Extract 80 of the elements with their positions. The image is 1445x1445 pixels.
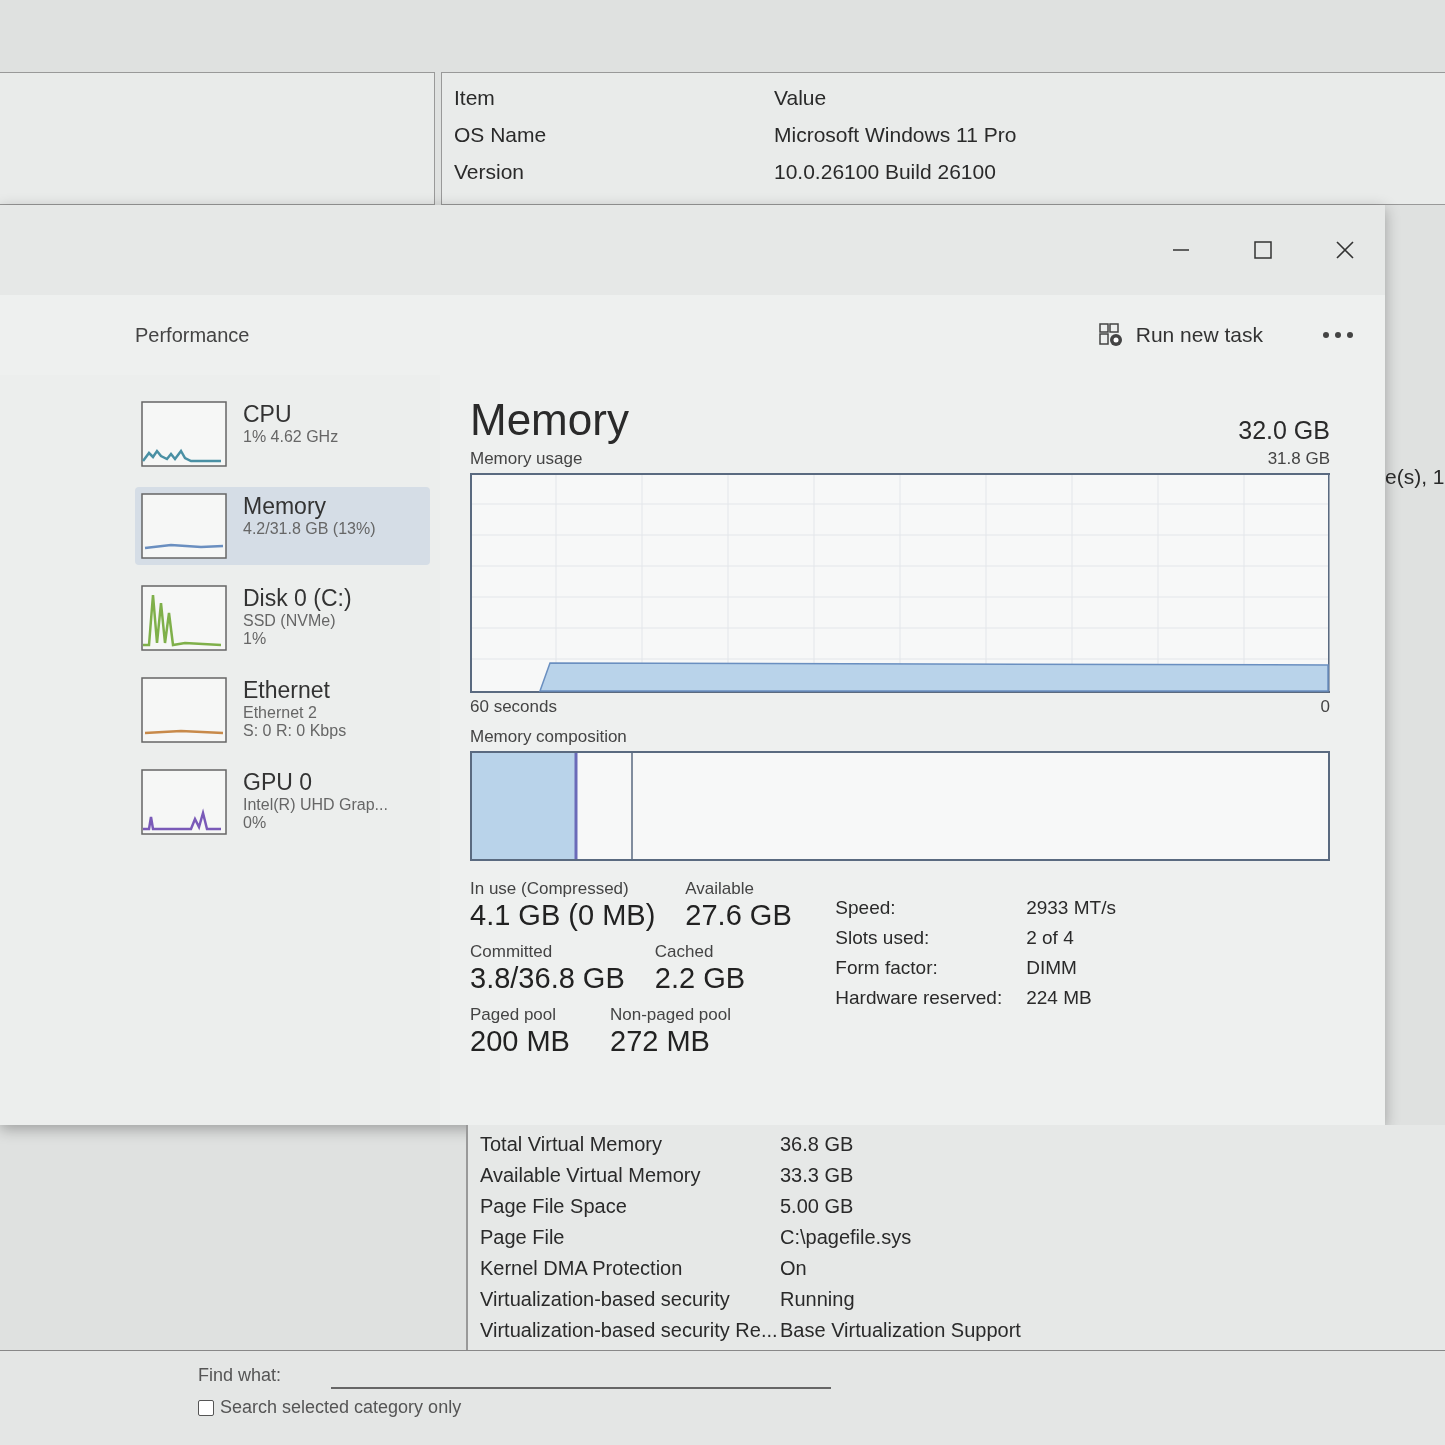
chart-label: Memory composition (470, 727, 628, 747)
table-cell-text: OS Name (454, 122, 548, 147)
stat-label: Cached (654, 942, 715, 962)
mini-graph-icon (141, 493, 227, 559)
table-cell: On (780, 1257, 807, 1280)
table-cell: 36.8 GB (780, 1133, 854, 1156)
spec-label: Slots used: (835, 927, 931, 949)
mini-graph-icon (141, 677, 227, 743)
performance-item[interactable]: Memory 4.2/31.8 GB (13%) (135, 487, 430, 565)
performance-item[interactable]: Ethernet Ethernet 2 S: 0 R: 0 Kbps (135, 671, 430, 749)
stat-value: 4.1 GB (0 MB) (470, 899, 656, 932)
more-icon[interactable] (1321, 330, 1355, 340)
table-cell: 10.0.26100 Build 26100 (774, 159, 996, 184)
item-detail: Ethernet 2 (243, 704, 318, 722)
stat-value: 272 MB (610, 1025, 711, 1058)
item-detail: S: 0 R: 0 Kbps (243, 722, 347, 740)
table-cell: Running (780, 1288, 855, 1311)
table-cell-text: Virtualization-based security Re... (480, 1319, 779, 1342)
item-name: Disk 0 (C:) (243, 585, 352, 612)
performance-item[interactable]: CPU 1% 4.62 GHz (135, 395, 430, 473)
close-icon[interactable] (1335, 240, 1355, 260)
spec-value: 2 of 4 (1026, 927, 1075, 949)
mini-graph-icon (141, 769, 227, 835)
stat-value: 27.6 GB (685, 899, 793, 932)
mini-graph-icon (141, 585, 227, 651)
maximize-icon[interactable] (1253, 240, 1273, 260)
performance-item[interactable]: Disk 0 (C:) SSD (NVMe) 1% (135, 579, 430, 657)
table-cell-text: Virtualization-based security (480, 1288, 731, 1311)
item-detail: Intel(R) UHD Grap... (243, 796, 388, 814)
table-cell-text: Total Virtual Memory (480, 1133, 663, 1156)
partial-text: e(s), 1 (1385, 465, 1445, 488)
run-new-task-button[interactable]: Run new task (1091, 316, 1269, 354)
spec-value: DIMM (1026, 957, 1078, 979)
item-detail: 0% (243, 814, 268, 832)
stat-label: Paged pool (470, 1005, 558, 1025)
spec-label: Hardware reserved: (835, 987, 1003, 1009)
stat-value: 200 MB (470, 1025, 571, 1058)
column-header: Item (454, 85, 496, 110)
table-cell-text: Kernel DMA Protection (480, 1257, 684, 1280)
table-cell: C:\pagefile.sys (780, 1226, 912, 1249)
stat-label: In use (Compressed) (470, 879, 630, 899)
time-span-label: 60 seconds (470, 697, 557, 717)
mini-graph-icon (141, 401, 227, 467)
table-cell-text: Page File (480, 1226, 566, 1249)
item-detail: 1% (243, 630, 268, 648)
run-task-icon (1097, 322, 1124, 348)
total-memory: 32.0 GB (1238, 416, 1330, 445)
stat-label: Available (685, 879, 755, 899)
spec-value: 2933 MT/s (1026, 897, 1116, 919)
stat-value: 2.2 GB (654, 962, 747, 995)
performance-item[interactable]: GPU 0 Intel(R) UHD Grap... 0% (135, 763, 430, 841)
item-name: GPU 0 (243, 769, 314, 796)
axis-min-label: 0 (1320, 697, 1330, 717)
page-title: Performance (135, 323, 250, 347)
table-cell: 33.3 GB (780, 1164, 854, 1187)
find-label: Find what: (198, 1364, 282, 1386)
stat-label: Committed (470, 942, 554, 962)
item-detail: 4.2/31.8 GB (13%) (243, 520, 376, 538)
search-category-checkbox[interactable]: Search selected category only (198, 1397, 1445, 1418)
spec-value: 224 MB (1026, 987, 1093, 1009)
table-cell-text: Page File Space (480, 1195, 628, 1218)
stat-value: 3.8/36.8 GB (470, 962, 625, 995)
item-detail: SSD (NVMe) (243, 612, 337, 630)
item-name: Ethernet (243, 677, 331, 704)
section-title: Memory (470, 395, 629, 445)
table-cell: Microsoft Windows 11 Pro (774, 122, 1017, 147)
chart-label: Memory usage (470, 449, 583, 469)
item-name: CPU (243, 401, 293, 428)
table-cell: Base Virtualization Support (780, 1319, 1021, 1342)
checkbox-square[interactable] (198, 1399, 214, 1416)
table-cell-text: Version (454, 159, 526, 184)
axis-max-label: 31.8 GB (1267, 449, 1330, 469)
spec-label: Form factor: (835, 957, 939, 979)
column-header: Value (774, 85, 827, 110)
item-detail: 1% 4.62 GHz (243, 428, 339, 446)
stat-label: Non-paged pool (610, 1005, 731, 1025)
table-cell-text: Available Virtual Memory (480, 1164, 702, 1187)
spec-label: Speed: (835, 897, 897, 919)
table-cell: 5.00 GB (780, 1195, 854, 1218)
item-name: Memory (243, 493, 328, 520)
